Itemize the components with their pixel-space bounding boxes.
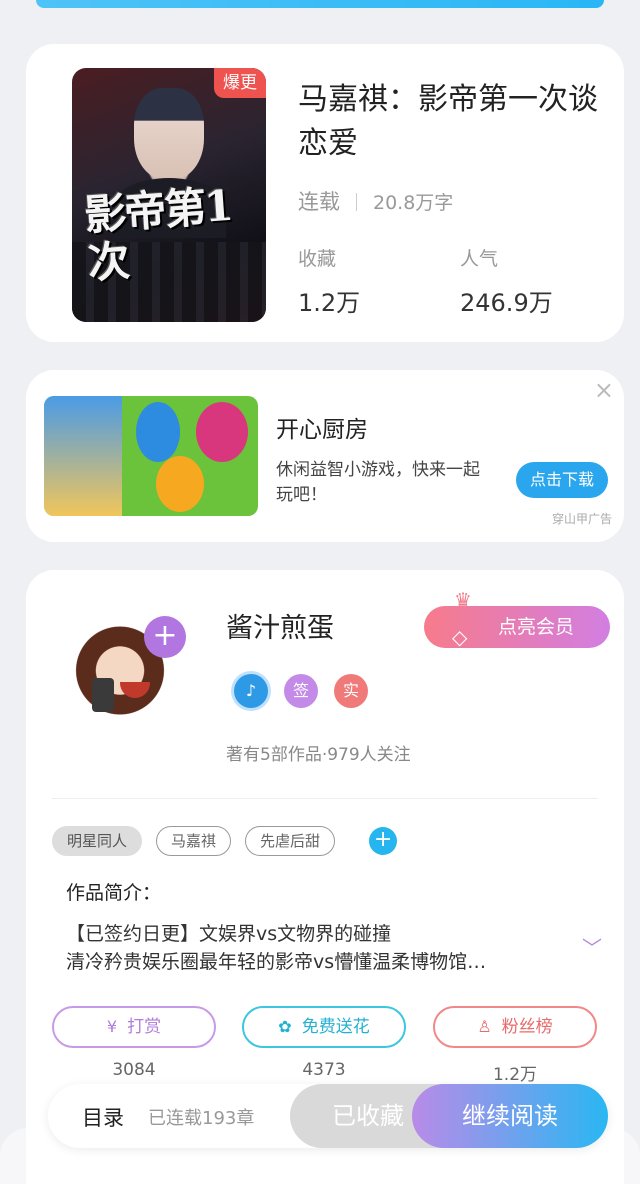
toc-button[interactable]: 目录 — [82, 1102, 124, 1132]
ad-image-track — [44, 396, 122, 516]
cover-title-art: 影帝第1次 — [82, 180, 234, 288]
vip-membership-button[interactable]: ◇ 点亮会员 — [424, 606, 610, 649]
book-info-card[interactable]: 影帝第1次 爆更 马嘉祺：影帝第一次谈恋爱 连载 20.8万字 收藏 1.2万 人… — [26, 44, 624, 342]
music-note-icon[interactable]: ♪ — [234, 674, 268, 708]
favorites-stat: 收藏 1.2万 — [298, 244, 360, 318]
flower-icon: ✿ — [278, 1017, 292, 1036]
top-strip — [36, 0, 604, 8]
reward-count: 3084 — [112, 1060, 156, 1080]
book-status-row: 连载 20.8万字 — [298, 186, 453, 216]
divider — [52, 798, 598, 799]
ad-image-character-orange — [156, 456, 204, 512]
vip-button-label: 点亮会员 — [498, 616, 575, 638]
book-title: 马嘉祺：影帝第一次谈恋爱 — [298, 82, 598, 161]
flower-label: 免费送花 — [301, 1017, 370, 1037]
user-icon: ♙ — [477, 1017, 492, 1036]
author-badges: ♪ 签实 — [234, 674, 384, 708]
popularity-value: 246.9万 — [460, 289, 553, 317]
tag-item[interactable]: 先虐后甜 — [245, 826, 336, 856]
fans-label: 粉丝榜 — [501, 1017, 553, 1037]
popularity-label: 人气 — [460, 248, 499, 270]
ad-source-label: 穿山甲广告 — [551, 512, 612, 526]
intro-line-2: 清冷矜贵娱乐圈最年轻的影帝vs懵懂温柔博物馆… — [66, 951, 487, 973]
ad-download-button[interactable]: 点击下载 — [516, 462, 608, 498]
diamond-icon: ◇ — [452, 625, 468, 649]
popularity-stat: 人气 246.9万 — [460, 244, 553, 318]
tag-list: 明星同人 马嘉祺 先虐后甜 + — [52, 826, 398, 856]
fans-ranking-button[interactable]: ♙ 粉丝榜 — [433, 1006, 597, 1048]
flower-count: 4373 — [302, 1060, 346, 1080]
intro-title: 作品简介： — [66, 882, 162, 904]
reward-button[interactable]: ¥ 打赏 — [52, 1006, 216, 1048]
book-cover[interactable]: 影帝第1次 爆更 — [72, 68, 266, 322]
serial-status: 连载 — [298, 190, 340, 214]
avatar-phone — [92, 678, 114, 712]
ad-image-character-blue — [136, 402, 180, 462]
tag-item[interactable]: 马嘉祺 — [156, 826, 232, 856]
intro-line-1: 【已签约日更】文娱界vs文物界的碰撞 — [66, 923, 392, 945]
tag-item[interactable]: 明星同人 — [52, 826, 143, 856]
follow-author-button[interactable]: + — [144, 616, 186, 658]
continue-reading-button[interactable]: 继续阅读 — [412, 1084, 608, 1148]
close-icon[interactable]: × — [594, 376, 614, 404]
avatar-mouth — [120, 682, 150, 698]
cover-figure-face — [134, 88, 204, 180]
bottom-action-bar: 目录 已连载193章 已收藏 继续阅读 — [48, 1084, 608, 1148]
chapter-count[interactable]: 已连载193章 — [148, 1104, 254, 1130]
signed-badge[interactable]: 签 — [284, 674, 318, 708]
reward-label: 打赏 — [127, 1017, 162, 1037]
word-count: 20.8万字 — [373, 192, 454, 214]
ad-image-character-pink — [196, 402, 248, 462]
intro-text[interactable]: 【已签约日更】文娱界vs文物界的碰撞 清冷矜贵娱乐圈最年轻的影帝vs懵懂温柔博物… — [66, 920, 566, 976]
ad-card[interactable]: × 开心厨房 休闲益智小游戏，快来一起玩吧！ 点击下载 穿山甲广告 — [26, 370, 624, 542]
yen-icon: ¥ — [106, 1017, 118, 1036]
verified-badge[interactable]: 实 — [334, 674, 368, 708]
ad-image[interactable] — [44, 396, 258, 516]
ad-description: 休闲益智小游戏，快来一起玩吧！ — [276, 460, 480, 505]
favorites-value: 1.2万 — [298, 289, 361, 317]
ad-title: 开心厨房 — [276, 417, 368, 443]
author-name[interactable]: 酱汁煎蛋 — [226, 606, 334, 645]
chevron-down-icon[interactable]: ﹀ — [582, 932, 602, 961]
add-tag-button[interactable]: + — [369, 827, 398, 855]
status-divider — [356, 193, 357, 211]
hot-update-badge: 爆更 — [214, 68, 266, 98]
fans-count: 1.2万 — [492, 1065, 538, 1085]
favorites-label: 收藏 — [298, 248, 337, 270]
send-flower-button[interactable]: ✿ 免费送花 — [242, 1006, 406, 1048]
author-meta: 著有5部作品·979人关注 — [226, 745, 411, 765]
